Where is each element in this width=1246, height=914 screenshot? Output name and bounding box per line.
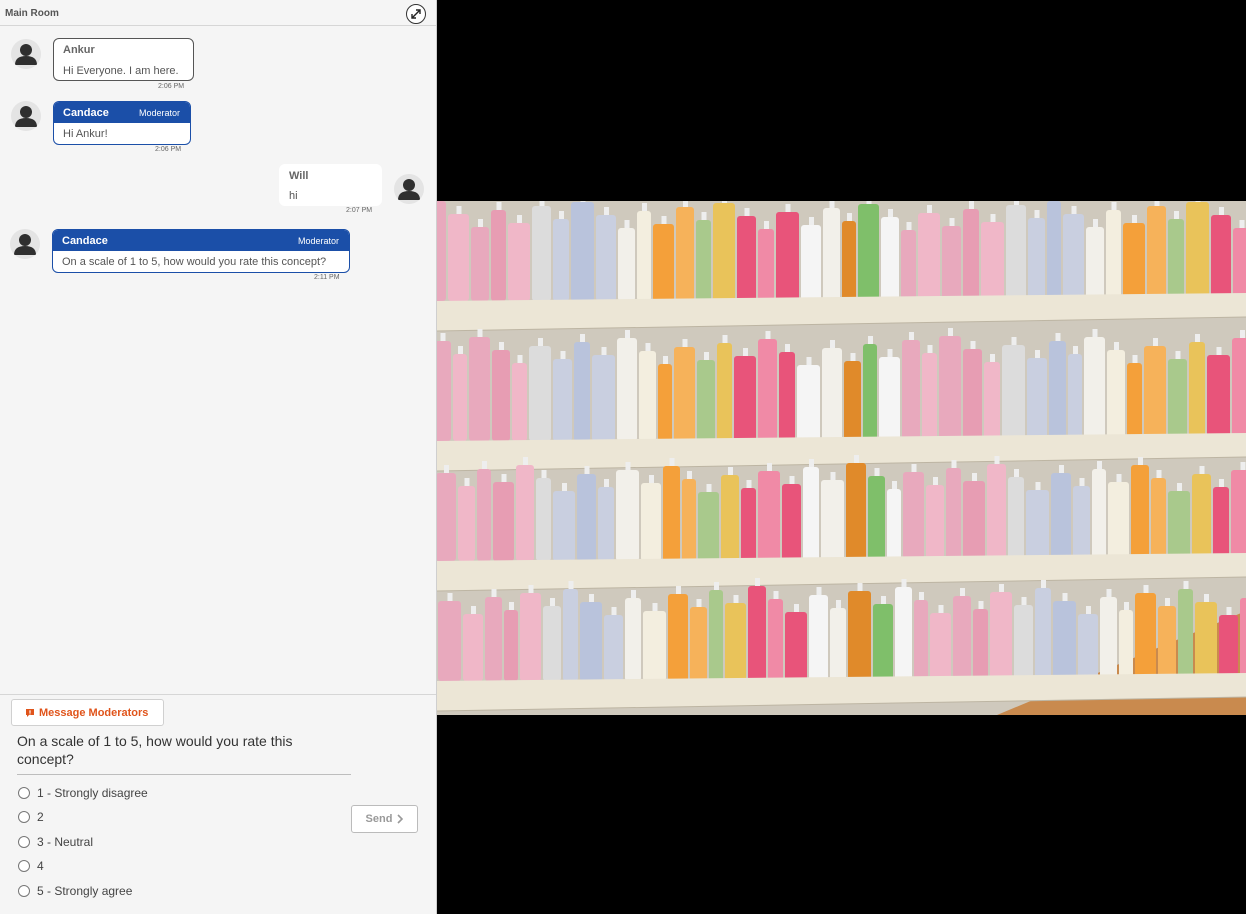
message-sender: Ankur bbox=[63, 44, 95, 56]
moderator-header: Candace Moderator bbox=[54, 102, 190, 123]
moderator-badge: Moderator bbox=[297, 236, 339, 246]
chevron-right-icon bbox=[397, 814, 404, 824]
message-time: 2:11 PM bbox=[314, 274, 340, 281]
message-time: 2:07 PM bbox=[346, 207, 373, 214]
radio-button[interactable] bbox=[18, 787, 30, 799]
message-text: Hi Everyone. I am here. bbox=[63, 65, 179, 77]
send-label: Send bbox=[365, 813, 393, 825]
option-label: 1 - Strongly disagree bbox=[37, 786, 148, 800]
radio-button[interactable] bbox=[18, 811, 30, 823]
divider bbox=[17, 774, 351, 775]
stimulus-panel bbox=[437, 0, 1246, 914]
moderator-message-bubble: Candace Moderator On a scale of 1 to 5, … bbox=[52, 229, 350, 273]
moderator-badge: Moderator bbox=[138, 108, 180, 118]
expand-arrows-icon bbox=[411, 9, 421, 19]
user-avatar-icon bbox=[14, 234, 36, 255]
message-sender: Candace bbox=[62, 235, 108, 247]
room-title: Main Room bbox=[5, 8, 59, 19]
question-text: On a scale of 1 to 5, how would you rate… bbox=[17, 733, 293, 767]
option-label: 3 - Neutral bbox=[37, 835, 94, 849]
message-time: 2:06 PM bbox=[155, 146, 182, 153]
option-5[interactable]: 5 - Strongly agree bbox=[17, 882, 132, 900]
chat-panel: Main Room Ankur Hi Everyone. I am here. … bbox=[0, 0, 437, 914]
store-shelf-image bbox=[437, 201, 1246, 715]
option-3[interactable]: 3 - Neutral bbox=[17, 833, 93, 851]
radio-button[interactable] bbox=[18, 860, 30, 872]
message-list[interactable]: Ankur Hi Everyone. I am here. 2:06 PM Ca… bbox=[0, 27, 436, 694]
own-message-bubble: Will hi bbox=[279, 164, 382, 206]
message-sender: Candace bbox=[63, 107, 109, 119]
message-bubble: Ankur Hi Everyone. I am here. bbox=[53, 38, 194, 81]
room-header: Main Room bbox=[0, 0, 436, 26]
send-button[interactable]: Send bbox=[351, 805, 418, 833]
option-1[interactable]: 1 - Strongly disagree bbox=[17, 784, 148, 802]
message-text: Hi Ankur! bbox=[63, 128, 108, 140]
message-time: 2:06 PM bbox=[158, 83, 185, 90]
message-moderators-button[interactable]: Message Moderators bbox=[11, 699, 164, 726]
user-avatar-icon bbox=[15, 44, 37, 65]
message-moderators-label: Message Moderators bbox=[39, 706, 149, 719]
stimulus-image bbox=[437, 201, 1246, 715]
message-text: hi bbox=[289, 190, 298, 202]
user-avatar-icon bbox=[15, 106, 37, 127]
avatar bbox=[394, 174, 424, 204]
option-4[interactable]: 4 bbox=[17, 857, 44, 875]
question-area: Message Moderators On a scale of 1 to 5,… bbox=[0, 694, 436, 914]
message-sender: Will bbox=[289, 170, 309, 182]
avatar bbox=[10, 229, 40, 259]
option-label: 4 bbox=[37, 859, 44, 873]
option-label: 5 - Strongly agree bbox=[37, 884, 133, 898]
option-label: 2 bbox=[37, 810, 44, 824]
radio-button[interactable] bbox=[18, 885, 30, 897]
moderator-header: Candace Moderator bbox=[53, 230, 349, 251]
speech-bubble-icon bbox=[26, 708, 34, 717]
avatar bbox=[11, 101, 41, 131]
avatar bbox=[11, 39, 41, 69]
expand-button[interactable] bbox=[406, 4, 426, 24]
radio-button[interactable] bbox=[18, 836, 30, 848]
moderator-message-bubble: Candace Moderator Hi Ankur! bbox=[53, 101, 191, 145]
option-2[interactable]: 2 bbox=[17, 808, 44, 826]
message-text: On a scale of 1 to 5, how would you rate… bbox=[62, 256, 327, 268]
user-avatar-icon bbox=[398, 179, 420, 200]
